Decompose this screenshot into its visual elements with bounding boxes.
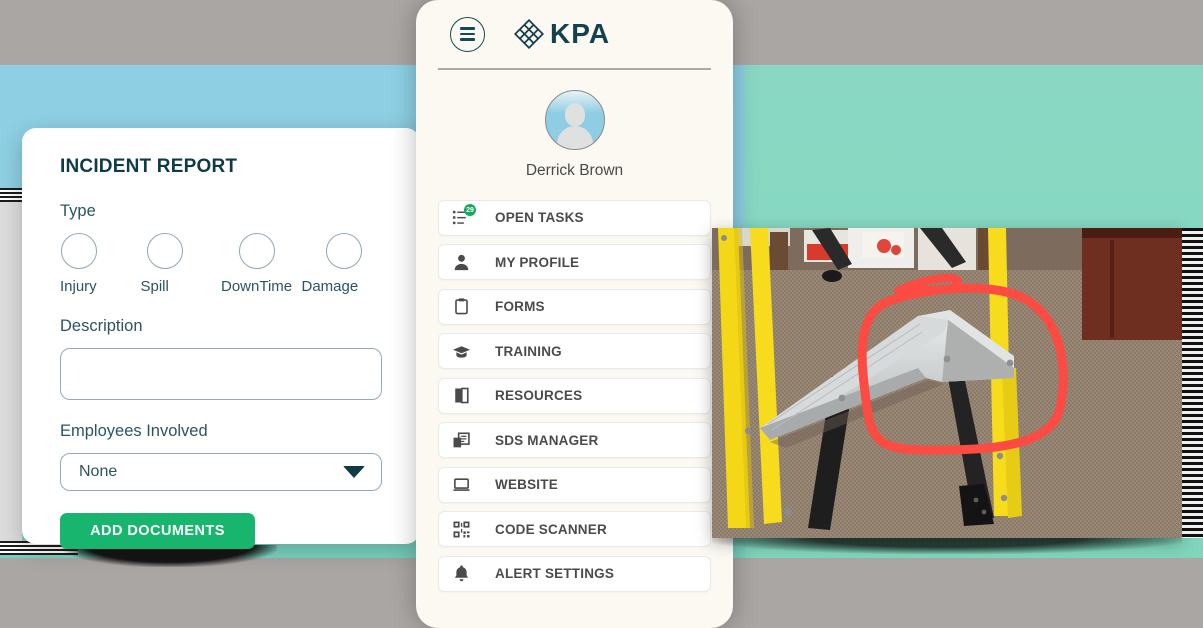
photo-drop-shadow [712,538,1182,554]
brand-name: KPA [550,18,611,49]
radio-damage[interactable] [325,233,362,269]
background-left-gray-strip [0,190,22,552]
documents-icon [452,431,471,450]
menu-item-alert-settings[interactable]: ALERT SETTINGS [438,555,711,592]
monitor-icon [452,475,471,494]
menu-item-label: MY PROFILE [495,254,580,270]
main-menu: 29 OPEN TASKS MY PROFILE FORMS TRAINING … [416,199,733,592]
employees-involved-label: Employees Involved [60,422,208,440]
chevron-down-icon [343,466,365,478]
person-icon [452,253,471,272]
qr-code-icon [452,520,471,539]
photo-right-edge-stripes [1182,228,1203,538]
type-option-injury[interactable]: Injury [60,233,141,295]
radio-injury[interactable] [61,233,97,269]
menu-item-label: SDS MANAGER [495,432,599,448]
menu-item-label: TRAINING [495,343,562,359]
menu-item-label: ALERT SETTINGS [495,566,615,581]
user-name: Derrick Brown [525,161,624,179]
employees-involved-select[interactable]: None [60,453,382,491]
menu-item-label: CODE SCANNER [495,521,607,537]
menu-item-forms[interactable]: FORMS [438,288,711,325]
type-option-damage[interactable]: Damage [302,233,383,295]
kpa-diamond-lattice-logo [514,19,544,49]
avatar-head-shape [564,102,585,126]
kpa-logo: KPA [514,19,610,49]
mobile-app-panel: KPA Derrick Brown 29 OPEN TASKS MY PROFI… [416,0,733,628]
type-option-label: DownTime [221,278,293,295]
avatar[interactable] [544,89,605,150]
menu-item-label: RESOURCES [495,388,583,403]
incident-report-card: INCIDENT REPORT Type Injury Spill DownTi… [22,128,420,549]
menu-item-training[interactable]: TRAINING [438,333,711,369]
menu-item-website[interactable]: WEBSITE [438,466,711,503]
menu-item-sds-manager[interactable]: SDS MANAGER [438,422,711,458]
clipboard-icon [452,297,471,316]
type-option-downtime[interactable]: DownTime [221,233,302,295]
task-list-icon: 29 [452,204,476,227]
add-documents-button[interactable]: ADD DOCUMENTS [60,513,255,549]
type-option-label: Spill [140,278,169,295]
menu-item-label: FORMS [495,299,545,314]
user-profile-block: Derrick Brown [416,70,733,180]
hamburger-menu-icon[interactable] [450,16,485,52]
app-header: KPA [416,0,733,68]
type-option-spill[interactable]: Spill [141,233,222,295]
type-option-label: Damage [301,278,359,295]
radio-downtime[interactable] [239,233,275,269]
menu-item-label: WEBSITE [495,477,558,492]
bell-icon [452,564,471,583]
open-tasks-badge: 29 [464,204,476,216]
type-label: Type [60,202,96,220]
avatar-body-shape [556,125,593,149]
menu-item-label: OPEN TASKS [495,210,584,225]
description-label: Description [60,317,143,335]
incident-photo[interactable] [712,228,1182,538]
employees-involved-value: None [79,463,118,480]
incident-type-options: Injury Spill DownTime Damage [60,233,382,295]
menu-item-my-profile[interactable]: MY PROFILE [438,244,711,280]
type-option-label: Injury [60,278,97,295]
page-title: INCIDENT REPORT [60,156,238,177]
menu-item-open-tasks[interactable]: 29 OPEN TASKS [438,199,711,236]
graduation-cap-icon [452,342,471,361]
menu-item-code-scanner[interactable]: CODE SCANNER [438,511,711,547]
description-input[interactable] [60,348,382,400]
radio-spill[interactable] [146,233,183,269]
menu-item-resources[interactable]: RESOURCES [438,377,711,414]
book-icon [452,386,471,405]
